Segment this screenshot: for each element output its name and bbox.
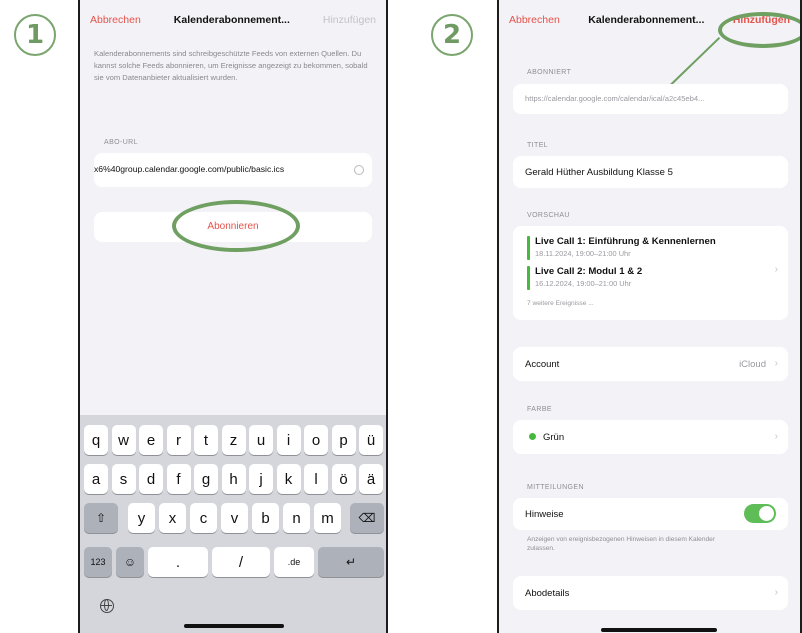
key-l[interactable]: l <box>304 464 328 494</box>
event-title: Live Call 2: Modul 1 & 2 <box>535 266 643 277</box>
url-field-value: x6%40group.calendar.google.com/public/ba… <box>94 164 285 174</box>
annotation-leader-line <box>667 36 721 89</box>
key-y[interactable]: y <box>128 503 155 533</box>
key-n[interactable]: n <box>283 503 310 533</box>
nav-bar: Abbrechen Kalenderabonnement... Hinzufüg… <box>80 0 386 40</box>
key-c[interactable]: c <box>190 503 217 533</box>
color-row[interactable]: Grün › <box>513 420 788 454</box>
color-value: Grün <box>543 432 565 443</box>
key-h[interactable]: h <box>221 464 246 494</box>
preview-card[interactable]: Live Call 1: Einführung & Kennenlernen 1… <box>513 226 788 320</box>
numbers-key[interactable]: 123 <box>84 547 112 577</box>
globe-icon[interactable] <box>100 599 114 613</box>
event-time: 18.11.2024, 19:00–21:00 Uhr <box>535 249 631 258</box>
nav-title: Kalenderabonnement... <box>588 14 705 26</box>
key-d[interactable]: d <box>139 464 163 494</box>
annotation-highlight-oval <box>718 12 800 48</box>
annotation-highlight-oval <box>172 200 300 252</box>
step-2-badge: 2 <box>431 14 473 56</box>
key-z[interactable]: z <box>221 425 246 455</box>
preview-section-label: VORSCHAU <box>527 212 570 219</box>
key-ü[interactable]: ü <box>359 425 383 455</box>
toggle-knob <box>759 506 774 521</box>
event-color-bar <box>527 266 530 290</box>
key-t[interactable]: t <box>194 425 218 455</box>
key-ä[interactable]: ä <box>359 464 383 494</box>
key-r[interactable]: r <box>166 425 191 455</box>
key-u[interactable]: u <box>249 425 273 455</box>
color-section-label: FARBE <box>527 406 552 413</box>
phone-screen-subscribe: Abbrechen Kalenderabonnement... Hinzufüg… <box>78 0 388 633</box>
subscription-details-row[interactable]: Abodetails › <box>513 576 788 610</box>
key-i[interactable]: i <box>276 425 301 455</box>
key-m[interactable]: m <box>314 503 341 533</box>
alerts-row: Hinweise <box>513 498 788 530</box>
alerts-label: Hinweise <box>525 509 564 520</box>
account-row[interactable]: Account iCloud › <box>513 347 788 381</box>
home-indicator <box>184 624 284 628</box>
event-title: Live Call 1: Einführung & Kennenlernen <box>535 236 716 247</box>
return-icon[interactable]: ↵ <box>318 547 384 577</box>
home-indicator <box>601 628 717 632</box>
key-o[interactable]: o <box>304 425 328 455</box>
key-e[interactable]: e <box>139 425 163 455</box>
account-value: iCloud <box>739 359 766 370</box>
account-label: Account <box>525 359 560 370</box>
key-w[interactable]: w <box>111 425 136 455</box>
key-j[interactable]: j <box>249 464 273 494</box>
key-b[interactable]: b <box>252 503 279 533</box>
color-dot-icon <box>529 433 536 440</box>
url-section-label: ABO-URL <box>104 139 138 146</box>
step-2-number: 2 <box>442 20 462 50</box>
details-label: Abodetails <box>525 588 570 599</box>
emoji-icon[interactable]: ☺ <box>116 547 144 577</box>
alerts-toggle[interactable] <box>744 504 776 523</box>
notifications-section-label: MITTEILUNGEN <box>527 484 584 491</box>
add-button-disabled[interactable]: Hinzufügen <box>323 14 376 26</box>
de-key-label: .de <box>287 557 301 567</box>
title-field-value: Gerald Hüther Ausbildung Klasse 5 <box>525 167 673 178</box>
subscribed-url: https://calendar.google.com/calendar/ica… <box>525 94 705 103</box>
cancel-button[interactable]: Abbrechen <box>90 14 141 26</box>
chevron-right-icon: › <box>774 264 778 275</box>
key-s[interactable]: s <box>111 464 136 494</box>
dot-key[interactable]: . <box>148 547 208 577</box>
subscribed-url-row: https://calendar.google.com/calendar/ica… <box>513 84 788 114</box>
dot-key-label: . <box>175 553 181 571</box>
key-a[interactable]: a <box>84 464 108 494</box>
phone-screen-add: Abbrechen Kalenderabonnement... Hinzufüg… <box>497 0 802 633</box>
key-f[interactable]: f <box>166 464 191 494</box>
shift-icon[interactable]: ⇧ <box>84 503 118 533</box>
nav-title: Kalenderabonnement... <box>173 14 290 26</box>
event-color-bar <box>527 236 530 260</box>
key-q[interactable]: q <box>84 425 108 455</box>
key-v[interactable]: v <box>221 503 248 533</box>
cancel-button[interactable]: Abbrechen <box>509 14 560 26</box>
step-1-number: 1 <box>25 20 45 50</box>
title-field[interactable]: Gerald Hüther Ausbildung Klasse 5 <box>513 156 788 188</box>
subscription-description: Kalenderabonnements sind schreibgeschütz… <box>94 49 368 82</box>
step-1-badge: 1 <box>14 14 56 56</box>
more-events: 7 weitere Ereignisse ... <box>527 300 594 307</box>
backspace-icon[interactable]: ⌫ <box>350 503 384 533</box>
alerts-footer: Anzeigen von ereignisbezogenen Hinweisen… <box>527 536 716 552</box>
numbers-key-label: 123 <box>90 557 106 567</box>
key-g[interactable]: g <box>194 464 218 494</box>
subscribed-section-label: ABONNIERT <box>527 69 572 76</box>
title-section-label: TITEL <box>527 142 549 149</box>
slash-key-label: / <box>238 553 244 571</box>
key-x[interactable]: x <box>159 503 186 533</box>
key-k[interactable]: k <box>276 464 301 494</box>
de-key[interactable]: .de <box>274 547 314 577</box>
key-p[interactable]: p <box>331 425 356 455</box>
chevron-right-icon: › <box>774 358 778 369</box>
keyboard: qwertzuiopü asdfghjklöä ⇧ yxcvbnm ⌫ 123 … <box>80 415 386 633</box>
url-field[interactable]: x6%40group.calendar.google.com/public/ba… <box>94 153 372 187</box>
slash-key[interactable]: / <box>212 547 270 577</box>
chevron-right-icon: › <box>774 587 778 598</box>
event-time: 16.12.2024, 19:00–21:00 Uhr <box>535 279 632 288</box>
chevron-right-icon: › <box>774 431 778 442</box>
key-ö[interactable]: ö <box>331 464 356 494</box>
clear-circle-icon[interactable] <box>354 165 364 175</box>
